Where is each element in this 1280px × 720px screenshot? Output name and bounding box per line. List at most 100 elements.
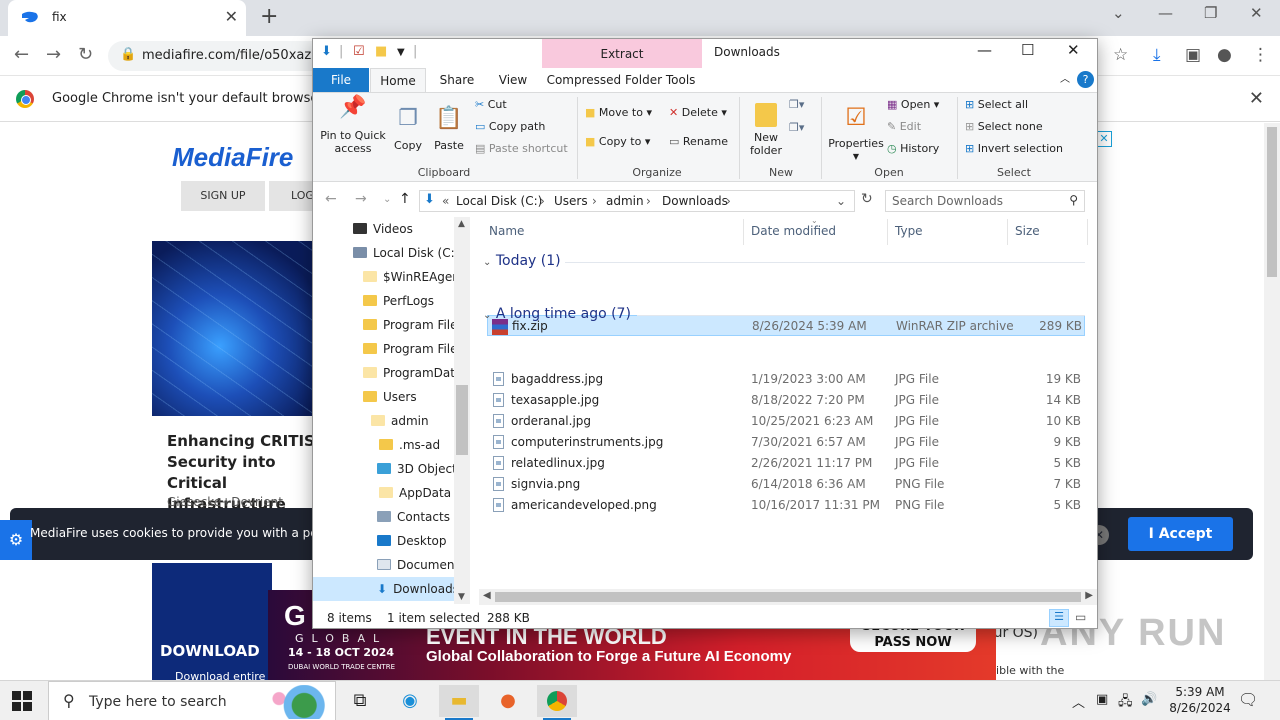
- overflow-chevron-icon[interactable]: «: [442, 194, 449, 208]
- volume-icon[interactable]: 🔊: [1141, 692, 1157, 707]
- notifications-icon[interactable]: 🗨: [1238, 690, 1258, 709]
- firefox-icon[interactable]: ●: [488, 685, 528, 717]
- edit-button[interactable]: ✎ Edit: [887, 120, 921, 133]
- minimize-icon[interactable]: —: [1158, 4, 1173, 22]
- scroll-down-icon[interactable]: ▼: [458, 592, 465, 602]
- explorer-close-icon[interactable]: ✕: [1067, 41, 1080, 59]
- file-row[interactable]: relatedlinux.jpg 2/26/2021 11:17 PM JPG Fi…: [487, 453, 1085, 474]
- breadcrumb-sep-icon[interactable]: ›: [646, 194, 651, 208]
- explorer-maximize-icon[interactable]: ☐: [1021, 41, 1034, 59]
- cut-button[interactable]: ✂ Cut: [475, 98, 507, 111]
- taskbar-search-box[interactable]: ⚲ Type here to search: [48, 681, 336, 720]
- nav-scrollbar[interactable]: ▲ ▼: [454, 217, 470, 604]
- qat-properties-icon[interactable]: ☑: [353, 44, 365, 59]
- breadcrumb-users[interactable]: Users: [554, 194, 588, 208]
- extract-context-tab[interactable]: Extract: [542, 39, 702, 68]
- file-row[interactable]: texasapple.jpg 8/18/2022 7:20 PM JPG File 1…: [487, 390, 1085, 411]
- collapse-ribbon-icon[interactable]: ︿: [1057, 68, 1073, 92]
- tab-close-icon[interactable]: ✕: [225, 7, 238, 26]
- history-button[interactable]: ◷ History: [887, 142, 939, 155]
- accept-cookies-button[interactable]: I Accept: [1128, 517, 1233, 551]
- tray-overflow-icon[interactable]: ︿: [1072, 692, 1085, 711]
- article-image[interactable]: [152, 241, 322, 416]
- scroll-right-icon[interactable]: ▶: [1085, 590, 1093, 601]
- nav-item-ms-ad[interactable]: .ms-ad: [379, 438, 454, 452]
- ad-close-icon[interactable]: ✕: [1096, 131, 1112, 147]
- breadcrumb-local-disk[interactable]: Local Disk (C:): [456, 194, 542, 208]
- select-none-button[interactable]: ⊞ Select none: [965, 120, 1043, 133]
- cookie-settings-icon[interactable]: ⚙: [0, 520, 32, 560]
- qat-folder-icon[interactable]: ■: [375, 44, 387, 59]
- copy-button[interactable]: ❐ Copy: [391, 101, 425, 152]
- nav-item-desktop[interactable]: Desktop: [377, 534, 454, 548]
- tab-view[interactable]: View: [485, 68, 541, 92]
- pin-quick-access-button[interactable]: 📌 Pin to Quick access: [319, 97, 387, 156]
- breadcrumb-downloads[interactable]: Downloads: [662, 194, 728, 208]
- column-size[interactable]: Size: [1015, 224, 1040, 238]
- properties-button[interactable]: ☑ Properties ▼: [827, 101, 885, 163]
- bookmark-star-icon[interactable]: ☆: [1113, 45, 1128, 65]
- nav-item-program-files[interactable]: Program Files: [363, 318, 454, 332]
- nav-item-downloads[interactable]: ⬇ Downloads: [313, 577, 454, 601]
- select-all-button[interactable]: ⊞ Select all: [965, 98, 1028, 111]
- rename-button[interactable]: ▭ Rename: [669, 135, 728, 148]
- scroll-left-icon[interactable]: ◀: [483, 590, 491, 601]
- menu-icon[interactable]: ⋮: [1252, 45, 1269, 65]
- nav-item-contacts[interactable]: Contacts: [377, 510, 454, 524]
- tab-file[interactable]: File: [313, 68, 369, 92]
- file-row[interactable]: americandeveloped.png 10/16/2017 11:31 PM…: [487, 495, 1085, 516]
- details-view-icon[interactable]: ☰: [1049, 609, 1069, 627]
- group-header-today[interactable]: ⌄ Today (1): [483, 253, 561, 269]
- easy-access-icon[interactable]: ❐▾: [789, 121, 804, 134]
- chrome-icon[interactable]: [537, 685, 577, 720]
- page-scrollbar[interactable]: [1264, 123, 1280, 680]
- forward-icon[interactable]: →: [46, 44, 61, 65]
- large-icons-view-icon[interactable]: ▭: [1075, 610, 1086, 624]
- nav-item-3d-objects[interactable]: 3D Objects: [377, 462, 454, 476]
- breadcrumb-sep-icon[interactable]: ›: [540, 194, 545, 208]
- file-row[interactable]: orderanal.jpg 10/25/2021 6:23 AM JPG File 1…: [487, 411, 1085, 432]
- copy-to-button[interactable]: ■ Copy to ▾: [585, 135, 650, 148]
- scroll-up-icon[interactable]: ▲: [458, 219, 465, 229]
- file-row[interactable]: computerinstruments.jpg 7/30/2021 6:57 AM…: [487, 432, 1085, 453]
- file-list-hscrollbar[interactable]: ◀ ▶: [479, 589, 1097, 605]
- taskbar-clock[interactable]: 5:39 AM 8/26/2024: [1160, 684, 1240, 716]
- nav-item-admin[interactable]: admin: [371, 414, 454, 428]
- move-to-button[interactable]: ■ Move to ▾: [585, 106, 652, 119]
- tab-home[interactable]: Home: [370, 68, 426, 92]
- nav-item-program-files-x86[interactable]: Program Files: [363, 342, 454, 356]
- open-button[interactable]: ▦ Open ▾: [887, 98, 939, 111]
- nav-item-programdata[interactable]: ProgramData: [363, 366, 454, 380]
- delete-button[interactable]: ✕ Delete ▾: [669, 106, 727, 119]
- infobar-close-icon[interactable]: ✕: [1249, 88, 1264, 109]
- restore-icon[interactable]: ❐: [1204, 4, 1217, 22]
- nav-item-winreagent[interactable]: $WinREAgent: [363, 270, 454, 284]
- reload-icon[interactable]: ↻: [78, 44, 93, 65]
- explorer-address-bar[interactable]: ⬇ « Local Disk (C:) › Users › admin › Do…: [419, 190, 855, 212]
- column-date-modified[interactable]: Date modified: [751, 224, 836, 238]
- file-row[interactable]: bagaddress.jpg 1/19/2023 3:00 AM JPG File 1…: [487, 369, 1085, 390]
- copy-path-button[interactable]: ▭ Copy path: [475, 120, 545, 133]
- new-tab-icon[interactable]: +: [260, 4, 278, 29]
- tab-compressed-folder-tools[interactable]: Compressed Folder Tools: [545, 68, 697, 92]
- column-type[interactable]: Type: [895, 224, 923, 238]
- nav-item-users[interactable]: Users: [363, 390, 454, 404]
- browser-tab[interactable]: fix ✕: [8, 0, 246, 36]
- breadcrumb-sep-icon[interactable]: ›: [592, 194, 597, 208]
- refresh-icon[interactable]: ↻: [861, 191, 873, 207]
- group-header-long-ago[interactable]: ⌄ A long time ago (7): [483, 306, 631, 322]
- back-icon[interactable]: ←: [14, 44, 29, 65]
- tab-share[interactable]: Share: [429, 68, 485, 92]
- explorer-forward-icon[interactable]: →: [355, 191, 367, 207]
- new-folder-button[interactable]: New folder: [745, 101, 787, 157]
- file-row[interactable]: signvia.png 6/14/2018 6:36 AM PNG File 7 KB: [487, 474, 1085, 495]
- address-dropdown-icon[interactable]: ⌄: [836, 194, 846, 208]
- qat-download-icon[interactable]: ⬇: [321, 44, 332, 59]
- qat-dropdown-icon[interactable]: ▼: [397, 47, 405, 58]
- file-explorer-icon[interactable]: ▬: [439, 685, 479, 720]
- new-item-icon[interactable]: ❐▾: [789, 98, 804, 111]
- edge-icon[interactable]: ◉: [390, 685, 430, 717]
- explorer-minimize-icon[interactable]: —: [977, 41, 992, 59]
- help-icon[interactable]: ?: [1077, 71, 1094, 88]
- search-downloads-input[interactable]: Search Downloads ⚲: [885, 190, 1085, 212]
